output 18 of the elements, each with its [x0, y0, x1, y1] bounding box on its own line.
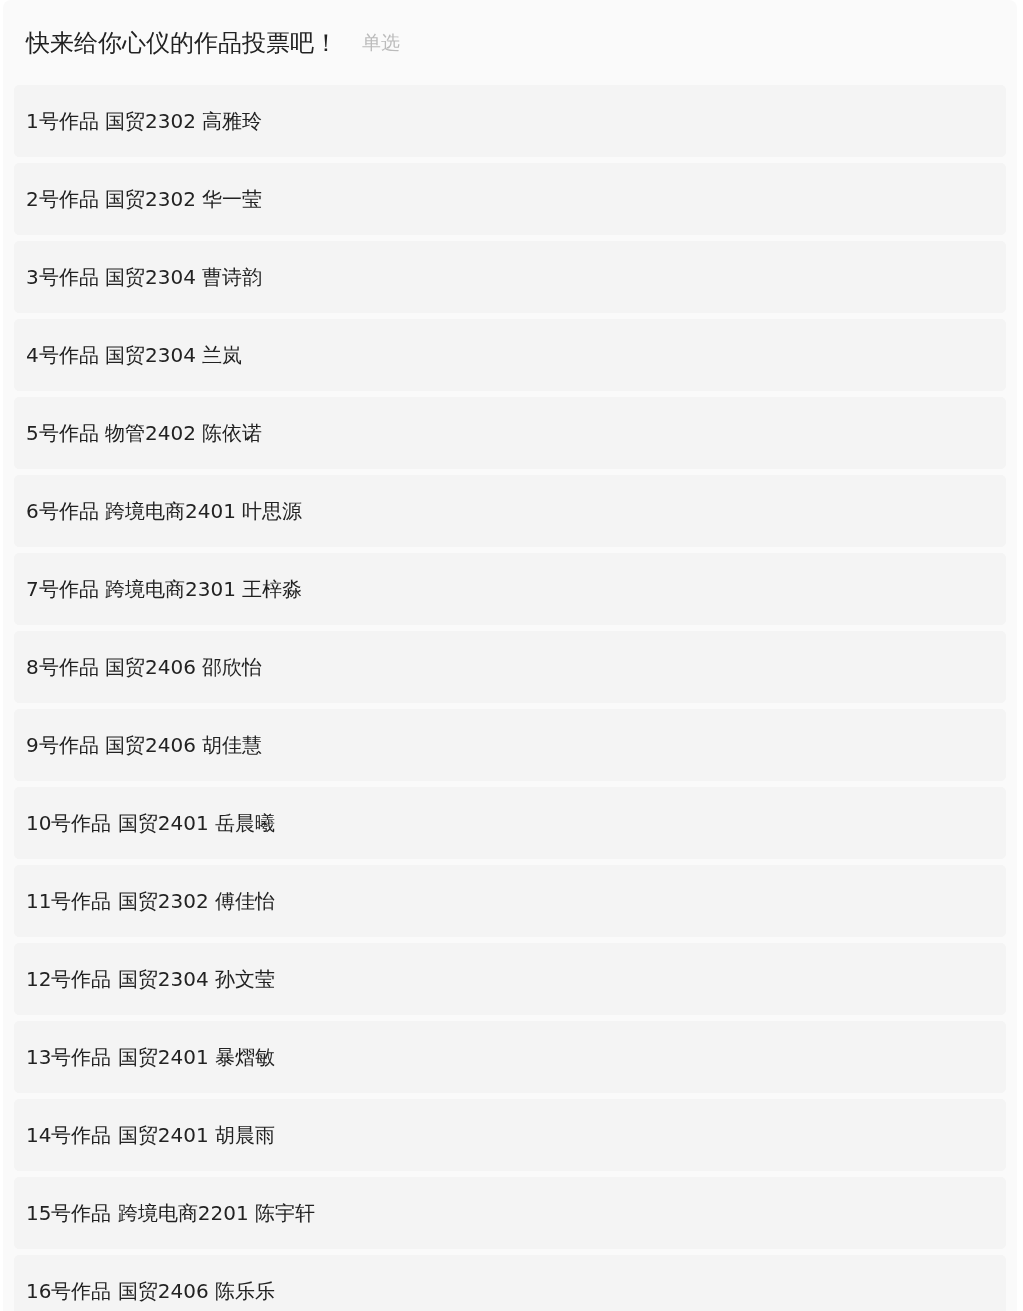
- vote-option[interactable]: 16号作品 国贸2406 陈乐乐: [14, 1255, 1006, 1311]
- vote-option[interactable]: 8号作品 国贸2406 邵欣怡: [14, 631, 1006, 703]
- vote-option[interactable]: 13号作品 国贸2401 暴熠敏: [14, 1021, 1006, 1093]
- vote-option[interactable]: 9号作品 国贸2406 胡佳慧: [14, 709, 1006, 781]
- vote-option[interactable]: 11号作品 国贸2302 傅佳怡: [14, 865, 1006, 937]
- vote-option[interactable]: 6号作品 跨境电商2401 叶思源: [14, 475, 1006, 547]
- question-title: 快来给你心仪的作品投票吧！: [26, 27, 338, 59]
- vote-option[interactable]: 2号作品 国贸2302 华一莹: [14, 163, 1006, 235]
- vote-option[interactable]: 3号作品 国贸2304 曹诗韵: [14, 241, 1006, 313]
- vote-option[interactable]: 14号作品 国贸2401 胡晨雨: [14, 1099, 1006, 1171]
- vote-option[interactable]: 15号作品 跨境电商2201 陈宇轩: [14, 1177, 1006, 1249]
- vote-option[interactable]: 12号作品 国贸2304 孙文莹: [14, 943, 1006, 1015]
- vote-option[interactable]: 7号作品 跨境电商2301 王梓淼: [14, 553, 1006, 625]
- vote-option[interactable]: 1号作品 国贸2302 高雅玲: [14, 85, 1006, 157]
- question-type-label: 单选: [362, 30, 400, 56]
- vote-option[interactable]: 10号作品 国贸2401 岳晨曦: [14, 787, 1006, 859]
- vote-option[interactable]: 5号作品 物管2402 陈依诺: [14, 397, 1006, 469]
- vote-option[interactable]: 4号作品 国贸2304 兰岚: [14, 319, 1006, 391]
